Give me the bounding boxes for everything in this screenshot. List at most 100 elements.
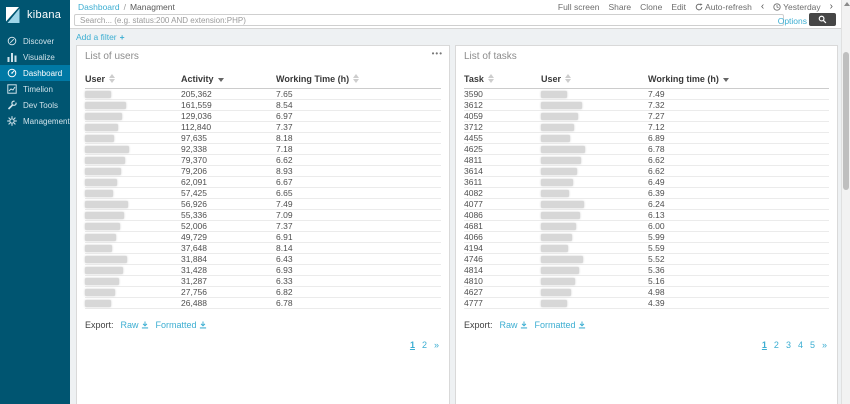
- tasks-table-row[interactable]: 4814 5.36: [464, 265, 829, 276]
- add-filter-button[interactable]: Add a filter +: [76, 32, 125, 42]
- users-table-row[interactable]: 31,884 6.43: [85, 254, 441, 265]
- tasks-table-row[interactable]: 4066 5.99: [464, 232, 829, 243]
- options-link[interactable]: Options: [778, 16, 807, 26]
- users-table-row[interactable]: 129,036 6.97: [85, 111, 441, 122]
- users-table-row[interactable]: 31,287 6.33: [85, 276, 441, 287]
- sidebar-item-dashboard[interactable]: Dashboard: [0, 65, 70, 81]
- share-button[interactable]: Share: [608, 2, 631, 12]
- page-link[interactable]: 1: [410, 340, 415, 350]
- search-button[interactable]: [809, 13, 836, 26]
- time-prev-button[interactable]: ‹: [761, 3, 764, 11]
- auto-refresh-button[interactable]: Auto-refresh: [695, 2, 752, 12]
- users-table-row[interactable]: 52,006 7.37: [85, 221, 441, 232]
- search-input[interactable]: [74, 14, 784, 26]
- working-time-cell: 6.39: [648, 188, 829, 199]
- edit-button[interactable]: Edit: [671, 2, 686, 12]
- tasks-table-row[interactable]: 3612 7.32: [464, 100, 829, 111]
- page-link[interactable]: »: [434, 340, 439, 350]
- users-col-working-time[interactable]: Working Time (h): [276, 72, 441, 89]
- tasks-table: Task User Working time (h) 3590 7.49 361…: [464, 72, 829, 309]
- user-name-cell: [85, 166, 181, 177]
- users-table-row[interactable]: 79,206 8.93: [85, 166, 441, 177]
- tasks-table-row[interactable]: 3614 6.62: [464, 166, 829, 177]
- export-raw-link[interactable]: Raw: [500, 320, 528, 330]
- sidebar-item-label: Management: [23, 117, 70, 126]
- sidebar-item-visualize[interactable]: Visualize: [0, 49, 70, 65]
- tasks-col-task[interactable]: Task: [464, 72, 541, 89]
- users-table-row[interactable]: 92,338 7.18: [85, 144, 441, 155]
- sidebar-item-discover[interactable]: Discover: [0, 33, 70, 49]
- export-formatted-link[interactable]: Formatted: [535, 320, 586, 330]
- tasks-table-row[interactable]: 4625 6.78: [464, 144, 829, 155]
- breadcrumb-dashboard-link[interactable]: Dashboard: [78, 2, 120, 12]
- sidebar-item-timelion[interactable]: Timelion: [0, 81, 70, 97]
- working-time-cell: 6.93: [276, 265, 441, 276]
- users-table-row[interactable]: 31,428 6.93: [85, 265, 441, 276]
- user-name-cell: [541, 89, 648, 100]
- full-screen-button[interactable]: Full screen: [558, 2, 600, 12]
- tasks-table-row[interactable]: 4086 6.13: [464, 210, 829, 221]
- working-time-cell: 7.18: [276, 144, 441, 155]
- users-table-row[interactable]: 55,336 7.09: [85, 210, 441, 221]
- activity-cell: 129,036: [181, 111, 276, 122]
- tasks-table-row[interactable]: 4194 5.59: [464, 243, 829, 254]
- tasks-table-row[interactable]: 4077 6.24: [464, 199, 829, 210]
- tasks-table-row[interactable]: 4681 6.00: [464, 221, 829, 232]
- sidebar-item-management[interactable]: Management: [0, 113, 70, 129]
- page-link[interactable]: 2: [774, 340, 779, 350]
- export-raw-link[interactable]: Raw: [121, 320, 149, 330]
- tasks-table-row[interactable]: 3712 7.12: [464, 122, 829, 133]
- tasks-table-row[interactable]: 4746 5.52: [464, 254, 829, 265]
- working-time-cell: 6.97: [276, 111, 441, 122]
- user-name-cell: [541, 133, 648, 144]
- tasks-table-row[interactable]: 4810 5.16: [464, 276, 829, 287]
- clone-button[interactable]: Clone: [640, 2, 662, 12]
- tasks-col-user[interactable]: User: [541, 72, 648, 89]
- users-col-activity[interactable]: Activity: [181, 72, 276, 89]
- time-next-button[interactable]: ›: [830, 3, 833, 11]
- users-table-row[interactable]: 97,635 8.18: [85, 133, 441, 144]
- users-table-row[interactable]: 205,362 7.65: [85, 89, 441, 100]
- time-picker-button[interactable]: Yesterday: [773, 2, 821, 12]
- users-table-row[interactable]: 57,425 6.65: [85, 188, 441, 199]
- compass-icon: [7, 36, 17, 46]
- tasks-col-working-time[interactable]: Working time (h): [648, 72, 829, 89]
- scrollbar-thumb[interactable]: [843, 52, 849, 190]
- scroll-up-icon[interactable]: [844, 2, 850, 6]
- brand[interactable]: kibana: [0, 0, 70, 30]
- working-time-cell: 8.54: [276, 100, 441, 111]
- users-table-row[interactable]: 26,488 6.78: [85, 298, 441, 309]
- working-time-cell: 4.98: [648, 287, 829, 298]
- top-bar: Dashboard / Managment Full screen Share …: [70, 0, 841, 29]
- users-table-row[interactable]: 49,729 6.91: [85, 232, 441, 243]
- users-table-row[interactable]: 37,648 8.14: [85, 243, 441, 254]
- tasks-table-row[interactable]: 4059 7.27: [464, 111, 829, 122]
- page-link[interactable]: 1: [762, 340, 767, 350]
- users-table-row[interactable]: 56,926 7.49: [85, 199, 441, 210]
- clock-chart-icon: [7, 84, 17, 94]
- page-link[interactable]: 4: [798, 340, 803, 350]
- users-table-row[interactable]: 62,091 6.67: [85, 177, 441, 188]
- redacted-user-name: [541, 146, 585, 153]
- users-table-row[interactable]: 79,370 6.62: [85, 155, 441, 166]
- users-table-row[interactable]: 27,756 6.82: [85, 287, 441, 298]
- tasks-table-row[interactable]: 4627 4.98: [464, 287, 829, 298]
- page-link[interactable]: »: [822, 340, 827, 350]
- users-col-user[interactable]: User: [85, 72, 181, 89]
- export-formatted-link[interactable]: Formatted: [156, 320, 207, 330]
- sidebar-item-dev-tools[interactable]: Dev Tools: [0, 97, 70, 113]
- tasks-table-row[interactable]: 3590 7.49: [464, 89, 829, 100]
- users-table-row[interactable]: 161,559 8.54: [85, 100, 441, 111]
- tasks-table-row[interactable]: 4777 4.39: [464, 298, 829, 309]
- working-time-cell: 4.39: [648, 298, 829, 309]
- users-table-row[interactable]: 112,840 7.37: [85, 122, 441, 133]
- tasks-table-row[interactable]: 4811 6.62: [464, 155, 829, 166]
- page-scrollbar[interactable]: [841, 0, 850, 404]
- panel-ellipsis-menu-icon[interactable]: •••: [432, 49, 443, 58]
- tasks-table-row[interactable]: 4082 6.39: [464, 188, 829, 199]
- tasks-table-row[interactable]: 3611 6.49: [464, 177, 829, 188]
- page-link[interactable]: 3: [786, 340, 791, 350]
- page-link[interactable]: 2: [422, 340, 427, 350]
- page-link[interactable]: 5: [810, 340, 815, 350]
- tasks-table-row[interactable]: 4455 6.89: [464, 133, 829, 144]
